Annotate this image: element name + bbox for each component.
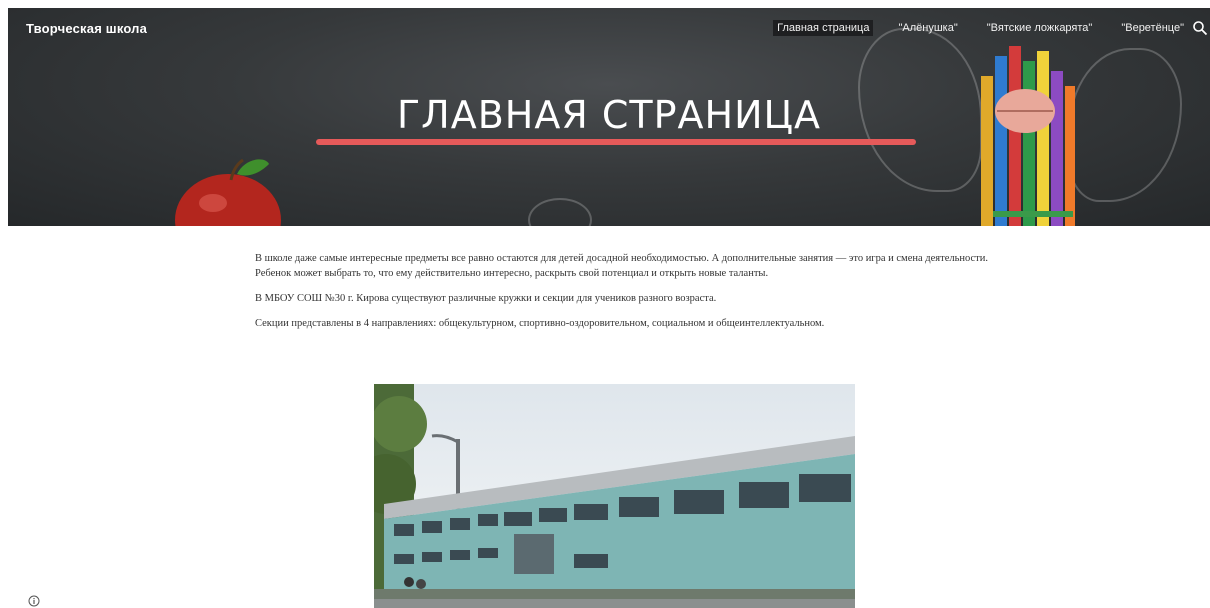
sections-paragraph: Секции представлены в 4 направлениях: об…: [255, 318, 825, 329]
header-banner: Творческая школа Главная страница "Алёну…: [8, 8, 1210, 226]
top-nav: Главная страница "Алёнушка" "Вятские лож…: [773, 18, 1188, 38]
title-underline: [316, 139, 916, 145]
page-title: ГЛАВНАЯ СТРАНИЦА: [396, 93, 822, 137]
site-title[interactable]: Творческая школа: [26, 21, 147, 36]
nav-item-alenushka[interactable]: "Алёнушка": [894, 20, 961, 36]
nav-item-lozhkaryata[interactable]: "Вятские ложкарята": [983, 20, 1097, 36]
page-frame: Творческая школа Главная страница "Алёну…: [8, 8, 1210, 608]
main-content: В школе даже самые интересные предметы в…: [255, 251, 990, 341]
nav-item-veretyontse[interactable]: "Веретёнце": [1117, 20, 1188, 36]
search-icon[interactable]: [1192, 20, 1208, 36]
school-paragraph: В МБОУ СОШ №30 г. Кирова существуют разл…: [255, 293, 717, 304]
nav-item-home[interactable]: Главная страница: [773, 20, 874, 36]
info-icon[interactable]: [28, 595, 40, 607]
intro-paragraph: В школе даже самые интересные предметы в…: [255, 253, 989, 279]
apple-image: [175, 158, 281, 226]
school-building-photo: [374, 384, 855, 608]
chalk-decoration: [528, 198, 592, 226]
